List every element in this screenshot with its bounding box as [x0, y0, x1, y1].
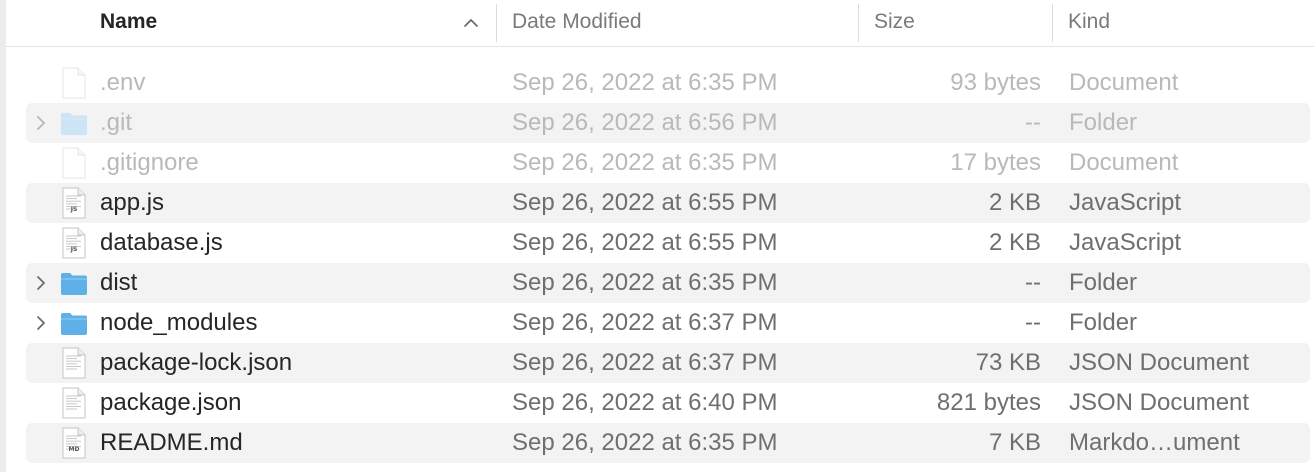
date-modified-column-header[interactable]: Date Modified: [512, 0, 642, 46]
column-divider[interactable]: [1052, 4, 1053, 42]
document-icon: [60, 147, 88, 179]
folder-icon: [60, 307, 88, 339]
file-type-badge: JS: [70, 246, 78, 253]
file-size: 93 bytes: [950, 69, 1041, 96]
date-modified: Sep 26, 2022 at 6:55 PM: [512, 229, 778, 256]
file-size: 17 bytes: [950, 149, 1041, 176]
file-name: README.md: [100, 429, 243, 456]
file-name: .git: [100, 109, 133, 136]
sidebar-edge: [0, 0, 6, 472]
document-icon: [60, 67, 88, 99]
file-list: .env Sep 26, 2022 at 6:35 PM 93 bytes Docum…: [26, 63, 1310, 463]
file-kind: Document: [1069, 149, 1179, 176]
file-row[interactable]: package.json Sep 26, 2022 at 6:40 PM 821 b…: [26, 383, 1310, 423]
file-name: dist: [100, 269, 138, 296]
file-row[interactable]: .gitignore Sep 26, 2022 at 6:35 PM 17 byte…: [26, 143, 1310, 183]
json-file-icon: [60, 347, 88, 379]
file-name: node_modules: [100, 309, 258, 336]
finder-list-view: Name Date Modified Size Kind .env Sep 26,…: [0, 0, 1314, 472]
date-modified: Sep 26, 2022 at 6:35 PM: [512, 429, 778, 456]
file-name: .gitignore: [100, 149, 199, 176]
file-size: --: [1025, 109, 1041, 136]
chevron-right-icon[interactable]: [34, 274, 48, 292]
file-size: --: [1025, 269, 1041, 296]
file-kind: JavaScript: [1069, 229, 1182, 256]
json-file-icon: [60, 387, 88, 419]
date-modified: Sep 26, 2022 at 6:37 PM: [512, 349, 778, 376]
date-modified: Sep 26, 2022 at 6:35 PM: [512, 269, 778, 296]
file-kind: Folder: [1069, 109, 1138, 136]
file-row[interactable]: .env Sep 26, 2022 at 6:35 PM 93 bytes Docum…: [26, 63, 1310, 103]
file-name: app.js: [100, 189, 165, 216]
file-size: --: [1025, 309, 1041, 336]
folder-icon: [60, 267, 88, 299]
folder-row[interactable]: dist Sep 26, 2022 at 6:35 PM -- Folder: [26, 263, 1310, 303]
javascript-file-icon: JS: [60, 227, 88, 259]
file-kind: JavaScript: [1069, 189, 1182, 216]
javascript-file-icon: JS: [60, 187, 88, 219]
file-name: .env: [100, 69, 146, 96]
file-kind: JSON Document: [1069, 349, 1250, 376]
date-modified: Sep 26, 2022 at 6:55 PM: [512, 189, 778, 216]
chevron-right-icon[interactable]: [34, 114, 48, 132]
chevron-right-icon[interactable]: [34, 314, 48, 332]
file-kind: Document: [1069, 69, 1179, 96]
size-column-header[interactable]: Size: [874, 0, 915, 46]
file-size: 2 KB: [988, 229, 1041, 256]
date-modified: Sep 26, 2022 at 6:35 PM: [512, 69, 778, 96]
file-row[interactable]: package-lock.json Sep 26, 2022 at 6:37 PM…: [26, 343, 1310, 383]
date-modified: Sep 26, 2022 at 6:40 PM: [512, 389, 778, 416]
chevron-up-icon[interactable]: [462, 14, 480, 32]
file-name: package.json: [100, 389, 242, 416]
file-row[interactable]: JS app.js Sep 26, 2022 at 6:55 PM 2 KB JavaS…: [26, 183, 1310, 223]
date-modified: Sep 26, 2022 at 6:37 PM: [512, 309, 778, 336]
file-type-badge: JS: [70, 206, 78, 213]
file-size: 2 KB: [988, 189, 1041, 216]
column-header: Name Date Modified Size Kind: [6, 0, 1314, 47]
date-modified: Sep 26, 2022 at 6:56 PM: [512, 109, 778, 136]
file-kind: JSON Document: [1069, 389, 1250, 416]
folder-row[interactable]: .git Sep 26, 2022 at 6:56 PM -- Folder: [26, 103, 1310, 143]
column-divider[interactable]: [858, 4, 859, 42]
file-size: 73 KB: [975, 349, 1041, 376]
name-column-header[interactable]: Name: [100, 0, 157, 46]
date-modified: Sep 26, 2022 at 6:35 PM: [512, 149, 778, 176]
file-row[interactable]: JS database.js Sep 26, 2022 at 6:55 PM 2 KB…: [26, 223, 1310, 263]
folder-icon: [60, 107, 88, 139]
file-row[interactable]: MD README.md Sep 26, 2022 at 6:35 PM 7 KB Ma…: [26, 423, 1310, 463]
file-type-badge: MD: [68, 446, 80, 453]
file-kind: Markdo…ument: [1069, 429, 1240, 456]
file-name: package-lock.json: [100, 349, 293, 376]
markdown-file-icon: MD: [60, 427, 88, 459]
file-name: database.js: [100, 229, 223, 256]
kind-column-header[interactable]: Kind: [1068, 0, 1110, 46]
file-kind: Folder: [1069, 309, 1138, 336]
file-size: 821 bytes: [936, 389, 1041, 416]
file-size: 7 KB: [988, 429, 1041, 456]
file-kind: Folder: [1069, 269, 1138, 296]
folder-row[interactable]: node_modules Sep 26, 2022 at 6:37 PM -- Fol…: [26, 303, 1310, 343]
column-divider[interactable]: [496, 4, 497, 42]
